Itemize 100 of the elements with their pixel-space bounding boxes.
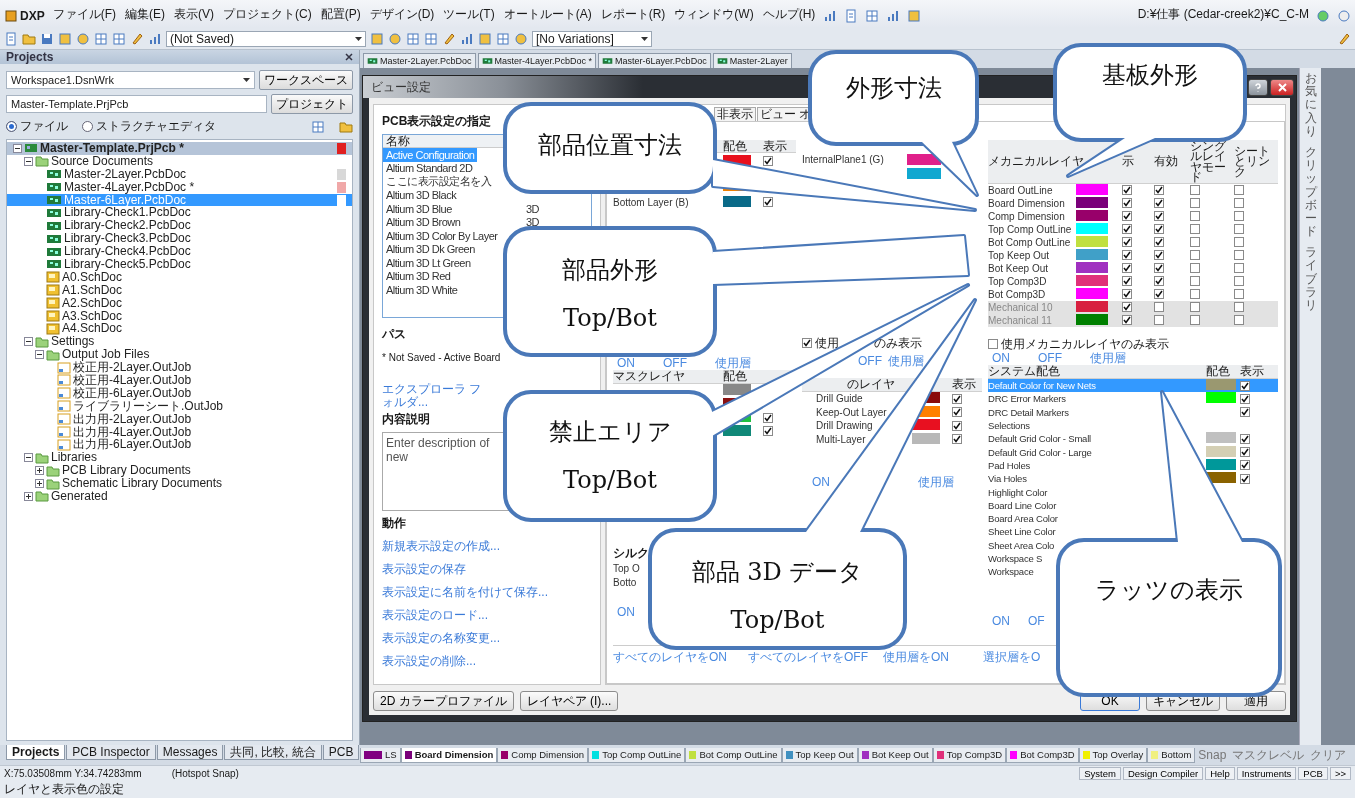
status-panel-button[interactable]: System <box>1079 767 1121 780</box>
toggle-link[interactable]: ON <box>617 356 635 370</box>
tree-item[interactable]: Output Job Files <box>7 348 352 362</box>
list-item[interactable]: Altium Standard 2D <box>383 161 476 175</box>
tree-item[interactable]: A1.SchDoc <box>7 283 352 297</box>
project-button[interactable]: プロジェクト <box>271 94 353 114</box>
menu-item[interactable]: レポート(R) <box>599 6 667 23</box>
document-tab[interactable]: Master-6Layer.PcbDoc <box>598 53 711 68</box>
dxp-menu[interactable]: DXP <box>4 9 45 23</box>
action-link[interactable]: 表示設定の名称変更... <box>382 630 592 647</box>
tree-item[interactable]: 校正用-6Layer.OutJob <box>7 386 352 400</box>
list-row[interactable]: Selections <box>988 418 1278 433</box>
layer-tab[interactable]: Bot Keep Out <box>857 747 933 763</box>
layer-tab[interactable]: Top Overlay <box>1078 747 1148 763</box>
panel-tab[interactable]: Projects <box>6 745 66 760</box>
toggle-link[interactable]: OFF <box>663 356 687 370</box>
tree-item[interactable]: 校正用-4Layer.OutJob <box>7 374 352 387</box>
list-item[interactable]: Altium 3D Black <box>383 188 460 202</box>
action-link[interactable]: 表示設定の保存 <box>382 561 592 578</box>
project-field[interactable]: Master-Template.PrjPcb <box>6 95 267 113</box>
menu-item[interactable]: オートルート(A) <box>502 6 593 23</box>
tree-item[interactable]: Generated <box>7 490 352 503</box>
bulk-toggle-link[interactable]: すべてのレイヤをON <box>613 649 748 666</box>
list-item[interactable]: Altium 3D Blue 3D <box>383 202 543 216</box>
radio-label[interactable]: ファイル <box>20 118 68 135</box>
tree-item[interactable]: A0.SchDoc <box>7 270 352 284</box>
menu-item[interactable]: ツール(T) <box>442 6 496 23</box>
tree-item[interactable]: Settings <box>7 335 352 349</box>
tree-item[interactable]: Library-Check3.PcbDoc <box>7 232 352 246</box>
menu-item[interactable]: 表示(V) <box>173 6 215 23</box>
tree-item[interactable]: A3.SchDoc <box>7 309 352 323</box>
panel-tab[interactable]: Messages <box>156 745 224 760</box>
explorer-link[interactable]: エクスプローラ フォルダ... <box>382 382 482 409</box>
panel-tab[interactable]: PCB <box>322 745 360 760</box>
status-panel-button[interactable]: Help <box>1205 767 1235 780</box>
list-row[interactable]: Highlight Color <box>988 485 1278 499</box>
status-panel-button[interactable]: Instruments <box>1236 767 1297 780</box>
tree-item[interactable]: Libraries <box>7 451 352 465</box>
menu-item[interactable]: 配置(P) <box>319 6 362 23</box>
status-panel-button[interactable]: Design Compiler <box>1122 767 1204 780</box>
menu-item[interactable]: ウィンドウ(W) <box>673 6 755 23</box>
list-item[interactable]: ここに表示設定名を入 <box>383 175 494 189</box>
toggle-link[interactable]: ON <box>617 605 635 619</box>
toggle-link[interactable]: ON <box>992 351 1010 365</box>
dialog-button[interactable]: 2D カラープロファイル <box>373 691 514 711</box>
bulk-toggle-link[interactable]: 使用層をON <box>883 649 983 666</box>
list-row[interactable]: DRC Error Markers <box>988 392 1278 406</box>
tree-item[interactable]: A2.SchDoc <box>7 296 352 310</box>
action-link[interactable]: 表示設定に名前を付けて保存... <box>382 584 592 601</box>
status-panel-button[interactable]: PCB <box>1298 767 1328 780</box>
toggle-link[interactable]: 使用層 <box>918 473 954 491</box>
tree-item[interactable]: Library-Check1.PcbDoc <box>7 206 352 220</box>
toggle-link[interactable]: 使用層 <box>1090 349 1126 367</box>
layer-tab[interactable]: Top Keep Out <box>781 747 858 763</box>
side-panel-tab[interactable]: クリップボード <box>1304 145 1317 239</box>
tree-item[interactable]: Source Documents <box>7 154 352 168</box>
layer-tab[interactable]: Bot Comp OutLine <box>685 747 782 763</box>
tree-item[interactable]: Master-2Layer.PcbDoc <box>7 167 352 181</box>
status-panel-button[interactable]: >> <box>1329 767 1351 780</box>
panel-tab[interactable]: PCB Inspector <box>66 745 156 760</box>
toggle-link[interactable]: ON <box>992 614 1010 629</box>
side-panel-tab[interactable]: ライブラリ <box>1304 246 1317 313</box>
tree-item[interactable]: Library-Check2.PcbDoc <box>7 219 352 233</box>
layer-tab[interactable]: Comp Dimension <box>497 747 589 763</box>
layer-tab[interactable]: LS <box>360 747 401 763</box>
workspace-dropdown[interactable]: Workspace1.DsnWrk <box>6 71 255 89</box>
toggle-link[interactable]: ON <box>812 475 830 489</box>
list-item[interactable]: Altium 3D White <box>383 283 461 297</box>
list-row[interactable]: DRC Detail Markers <box>988 405 1278 419</box>
tree-item[interactable]: Library-Check5.PcbDoc <box>7 258 352 271</box>
list-item[interactable]: Altium 3D Color By Layer <box>383 229 501 243</box>
list-item[interactable]: Altium 3D Dk Green <box>383 242 478 256</box>
tree-item[interactable]: Master-Template.PrjPcb * <box>7 142 352 155</box>
menu-item[interactable]: ヘルプ(H) <box>761 6 817 23</box>
menu-item[interactable]: 編集(E) <box>124 6 166 23</box>
toggle-link[interactable]: OF <box>1028 614 1045 629</box>
variant-dropdown[interactable]: [No Variations] <box>532 30 652 47</box>
tree-item[interactable]: Master-4Layer.PcbDoc * <box>7 180 352 194</box>
document-tab[interactable]: Master-2Layer <box>712 53 792 68</box>
list-item[interactable]: Altium 3D Brown 3D <box>383 215 543 229</box>
action-link[interactable]: 新規表示設定の作成... <box>382 538 592 555</box>
list-row[interactable]: Pad Holes <box>988 458 1278 473</box>
list-item[interactable]: Altium 3D Lt Green <box>383 256 474 270</box>
radio-label[interactable]: ストラクチャエディタ <box>96 118 216 135</box>
list-row[interactable]: Default Grid Color - Small <box>988 432 1278 446</box>
tree-item[interactable]: Library-Check4.PcbDoc <box>7 245 352 258</box>
tree-item[interactable]: 出力用-4Layer.OutJob <box>7 425 352 439</box>
list-row[interactable]: Board Line Color <box>988 498 1278 512</box>
layer-tab[interactable]: Top Comp OutLine <box>588 747 686 763</box>
layer-tab[interactable]: Top Comp3D <box>932 747 1007 763</box>
tree-item[interactable]: 出力用-2Layer.OutJob <box>7 412 352 426</box>
menu-item[interactable]: デザイン(D) <box>368 6 436 23</box>
menu-item[interactable]: ファイル(F) <box>51 6 117 23</box>
tree-item[interactable]: PCB Library Documents <box>7 464 352 478</box>
list-item[interactable]: Altium 3D Red <box>383 269 454 283</box>
action-link[interactable]: 表示設定のロード... <box>382 607 592 624</box>
dialog-button[interactable]: レイヤペア (I)... <box>519 691 619 711</box>
layer-tab[interactable]: Bot Comp3D <box>1006 747 1079 763</box>
toggle-link[interactable]: OFF <box>858 354 882 368</box>
toggle-link[interactable]: OFF <box>1038 351 1062 365</box>
